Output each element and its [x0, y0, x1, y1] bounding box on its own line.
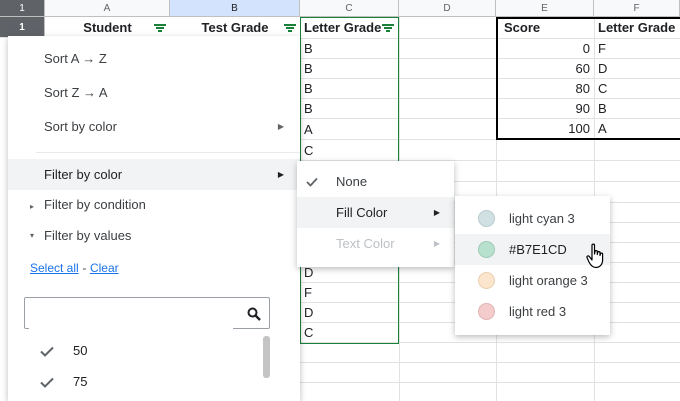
grid-line — [300, 362, 680, 363]
cell-c3[interactable]: B — [300, 58, 317, 79]
cell-c16[interactable]: C — [300, 322, 317, 343]
lookup-letter-header[interactable]: Letter Grade — [594, 17, 679, 38]
sort-by-color-label: Sort by color — [44, 119, 117, 134]
text-color-label: Text Color — [336, 236, 395, 251]
submenu-arrow-icon: ▶ — [433, 239, 440, 248]
lookup-letter[interactable]: F — [594, 38, 610, 59]
checkmark-icon — [306, 177, 318, 187]
filter-by-values-item[interactable]: Filter by values — [8, 220, 300, 251]
select-links: Select all - Clear — [30, 260, 119, 276]
color-option-light-orange-3[interactable]: light orange 3 — [455, 265, 610, 296]
values-search-input[interactable] — [24, 297, 270, 329]
test-grade-header: Test Grade — [201, 20, 269, 35]
none-label: None — [336, 174, 368, 189]
value-label: 50 — [73, 343, 88, 358]
color-label: light cyan 3 — [509, 211, 575, 226]
select-all-corner[interactable]: 1 — [0, 0, 45, 17]
color-option-light-red-3[interactable]: light red 3 — [455, 296, 610, 327]
lookup-score[interactable]: 90 — [496, 98, 594, 119]
cell-c6[interactable]: A — [300, 119, 317, 140]
cell-c2[interactable]: B — [300, 38, 317, 59]
cell-c7[interactable]: C — [300, 140, 317, 161]
column-header-a[interactable]: A — [45, 0, 170, 17]
cell-c5[interactable]: B — [300, 98, 317, 119]
color-submenu: None Fill Color ▶ Text Color ▶ — [297, 161, 454, 267]
select-all-link[interactable]: Select all — [30, 261, 79, 275]
filter-by-condition-label: Filter by condition — [44, 197, 146, 212]
hand-cursor-icon — [586, 243, 604, 269]
values-scrollbar[interactable] — [263, 336, 270, 378]
cell-c15[interactable]: D — [300, 302, 317, 323]
none-option[interactable]: None — [297, 166, 454, 197]
color-swatch — [478, 272, 495, 289]
header-cell-test-grade[interactable]: Test Grade — [170, 17, 300, 38]
filter-by-values-label: Filter by values — [44, 228, 132, 243]
lookup-score[interactable]: 0 — [496, 38, 594, 59]
student-header: Student — [83, 20, 132, 35]
color-label: #B7E1CD — [509, 242, 567, 257]
sort-a-z-label: Sort A → Z — [44, 51, 107, 66]
grid-line — [300, 382, 680, 383]
column-header-e[interactable]: E — [496, 0, 594, 17]
values-search-field[interactable] — [29, 299, 233, 329]
link-separator: - — [82, 261, 87, 275]
sort-z-a-item[interactable]: Sort Z → A — [8, 77, 300, 108]
filter-by-color-item[interactable]: Filter by color ▶ — [8, 159, 300, 190]
filter-icon[interactable] — [284, 23, 296, 33]
filter-by-condition-item[interactable]: Filter by condition — [8, 189, 300, 220]
lookup-score[interactable]: 80 — [496, 78, 594, 99]
checkmark-icon — [40, 377, 54, 388]
filter-by-color-label: Filter by color — [44, 167, 123, 182]
sort-by-color-item[interactable]: Sort by color ▶ — [8, 111, 300, 142]
lookup-score[interactable]: 60 — [496, 58, 594, 79]
lookup-letter[interactable]: B — [594, 98, 611, 119]
checkmark-icon — [40, 346, 54, 357]
lookup-letter[interactable]: A — [594, 118, 611, 139]
header-cell-student[interactable]: Student — [45, 17, 170, 38]
menu-divider — [36, 152, 300, 153]
value-option-75[interactable]: 75 — [38, 371, 258, 393]
lookup-letter[interactable]: D — [594, 58, 611, 79]
cell-c4[interactable]: B — [300, 78, 317, 99]
column-header-f[interactable]: F — [594, 0, 680, 17]
color-swatch — [478, 241, 495, 258]
submenu-arrow-icon: ▶ — [277, 170, 284, 179]
submenu-arrow-icon: ▶ — [277, 122, 284, 131]
lookup-score[interactable]: 100 — [496, 118, 594, 139]
search-icon — [247, 307, 261, 321]
clear-link[interactable]: Clear — [90, 261, 119, 275]
sort-z-a-label: Sort Z → A — [44, 85, 108, 100]
value-option-50[interactable]: 50 — [38, 340, 258, 362]
filter-icon[interactable] — [154, 23, 166, 33]
color-option-light-cyan-3[interactable]: light cyan 3 — [455, 203, 610, 234]
color-swatch — [478, 210, 495, 227]
column-header-c[interactable]: C — [300, 0, 399, 17]
text-color-option: Text Color ▶ — [297, 228, 454, 259]
color-label: light orange 3 — [509, 273, 588, 288]
fill-color-option[interactable]: Fill Color ▶ — [297, 197, 454, 228]
sort-a-z-item[interactable]: Sort A → Z — [8, 43, 300, 74]
column-header-d[interactable]: D — [399, 0, 496, 17]
row-header-1[interactable]: 1 — [0, 17, 45, 38]
color-swatch — [478, 303, 495, 320]
submenu-arrow-icon: ▶ — [433, 208, 440, 217]
cell-c14[interactable]: F — [300, 282, 316, 303]
column-header-b[interactable]: B — [170, 0, 300, 17]
color-label: light red 3 — [509, 304, 567, 319]
fill-color-label: Fill Color — [336, 205, 388, 220]
value-label: 75 — [73, 374, 88, 389]
filter-panel: Sort A → Z Sort Z → A Sort by color ▶ Fi… — [8, 36, 300, 401]
lookup-letter[interactable]: C — [594, 78, 611, 99]
lookup-score-header[interactable]: Score — [500, 17, 544, 38]
